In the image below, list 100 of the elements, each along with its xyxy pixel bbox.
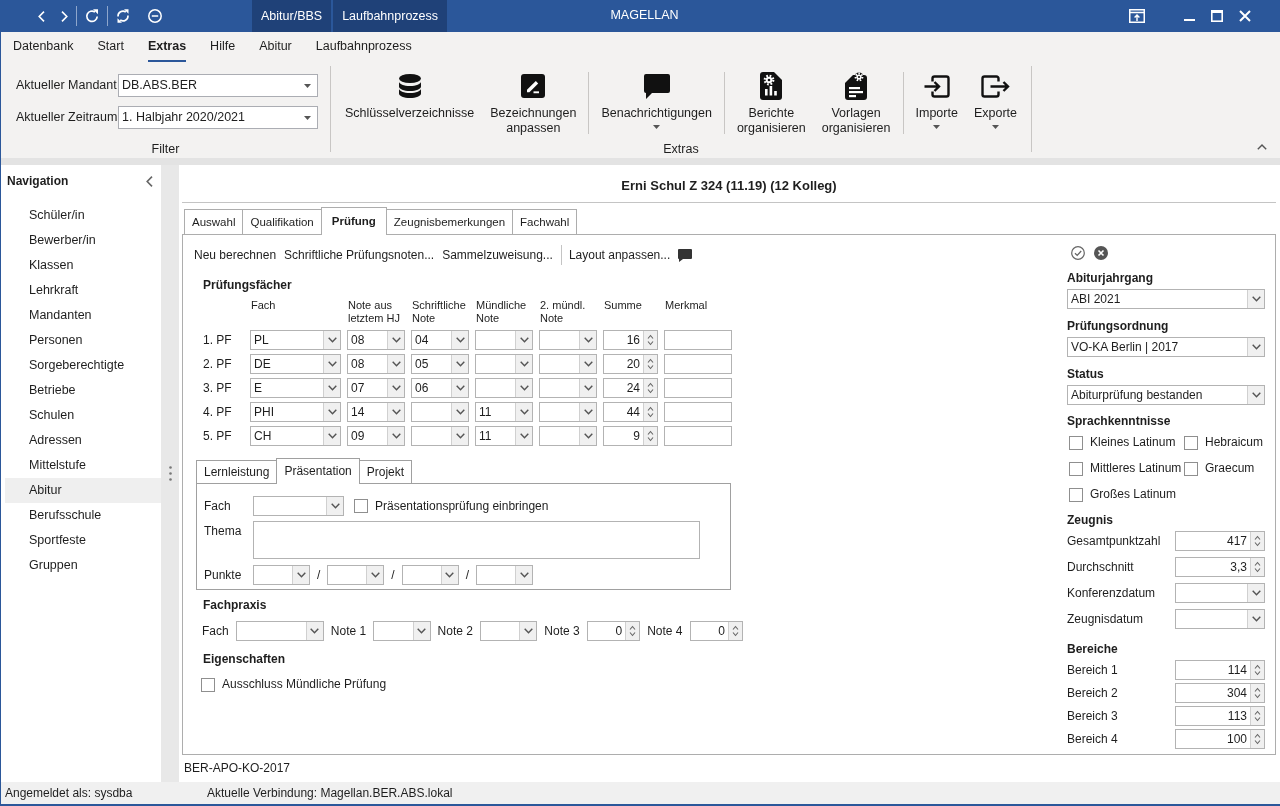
text-area[interactable]	[253, 521, 700, 559]
spin-arrows-icon[interactable]	[647, 334, 654, 346]
number-field[interactable]: 100	[1175, 729, 1265, 749]
ribbon-button[interactable]: Importe	[907, 72, 966, 129]
dropdown[interactable]: DE	[250, 354, 341, 374]
box-arrow-up-icon[interactable]	[1129, 9, 1145, 23]
dropdown[interactable]: 05	[411, 354, 469, 374]
number-field[interactable]: 113	[1175, 706, 1265, 726]
dropdown[interactable]	[411, 402, 469, 422]
spin-arrows-icon[interactable]	[1254, 535, 1261, 547]
dropdown[interactable]: 08	[347, 354, 405, 374]
nav-item[interactable]: Gruppen	[5, 553, 161, 578]
chevron-right-icon[interactable]	[61, 10, 68, 22]
tab[interactable]: Präsentation	[276, 458, 360, 484]
number-field[interactable]: 0	[586, 621, 641, 641]
speech-bubble-icon[interactable]	[678, 248, 693, 262]
checkbox[interactable]	[354, 499, 368, 513]
text-field[interactable]	[664, 402, 732, 422]
dropdown[interactable]	[235, 621, 324, 641]
number-field[interactable]: 3,3	[1175, 557, 1265, 577]
spin-arrows-icon[interactable]	[1254, 664, 1261, 676]
text-field[interactable]	[664, 330, 732, 350]
nav-item[interactable]: Sorgeberechtigte	[5, 353, 161, 378]
dropdown[interactable]	[327, 565, 385, 585]
dropdown[interactable]: DB.ABS.BER	[118, 74, 318, 97]
checkbox[interactable]	[1069, 461, 1083, 476]
checkbox[interactable]	[1069, 435, 1083, 450]
dropdown[interactable]: 14	[347, 402, 405, 422]
toolbar-button[interactable]: Layout anpassen...	[568, 247, 671, 263]
dropdown[interactable]	[539, 378, 597, 398]
nav-item[interactable]: Mandanten	[5, 303, 161, 328]
number-field[interactable]: 20	[603, 354, 658, 374]
dropdown[interactable]	[539, 426, 597, 446]
nav-item[interactable]: Betriebe	[5, 378, 161, 403]
refresh-icon[interactable]	[85, 9, 99, 23]
tab[interactable]: Lernleistung	[196, 460, 278, 483]
text-field[interactable]	[664, 378, 732, 398]
checkbox[interactable]	[1184, 435, 1198, 450]
nav-item[interactable]: Schulen	[5, 403, 161, 428]
x-circle-icon[interactable]	[1094, 246, 1108, 260]
number-field[interactable]: 16	[603, 330, 658, 350]
app-tab[interactable]: Laufbahnprozess	[333, 0, 448, 32]
dropdown[interactable]	[475, 330, 533, 350]
nav-item[interactable]: Personen	[5, 328, 161, 353]
ribbon-button[interactable]: Vorlagen organisieren	[813, 72, 899, 136]
text-field[interactable]	[664, 426, 732, 446]
ribbon-button[interactable]: Berichte organisieren	[728, 72, 814, 136]
sync-icon[interactable]	[116, 9, 130, 23]
spin-arrows-icon[interactable]	[647, 406, 654, 418]
chevron-left-icon[interactable]	[146, 175, 153, 187]
ribbon-tab[interactable]: Datenbank	[13, 32, 74, 62]
tab[interactable]: Fachwahl	[512, 209, 578, 234]
spin-arrows-icon[interactable]	[647, 382, 654, 394]
dropdown[interactable]	[1175, 609, 1265, 629]
text-field[interactable]	[664, 354, 732, 374]
toolbar-button[interactable]: Schriftliche Prüfungsnoten...	[284, 247, 435, 263]
dropdown[interactable]	[1175, 583, 1265, 603]
checkbox[interactable]	[1184, 461, 1198, 476]
nav-item[interactable]: Klassen	[5, 253, 161, 278]
dropdown[interactable]: ABI 2021	[1067, 289, 1265, 309]
dropdown[interactable]: CH	[250, 426, 341, 446]
dropdown[interactable]: 09	[347, 426, 405, 446]
number-field[interactable]: 114	[1175, 660, 1265, 680]
spin-arrows-icon[interactable]	[629, 625, 637, 637]
nav-item[interactable]: Abitur	[5, 478, 161, 503]
chevron-up-icon[interactable]	[1257, 144, 1267, 150]
dropdown[interactable]: Abiturprüfung bestanden	[1067, 385, 1265, 405]
number-field[interactable]: 0	[689, 621, 743, 641]
spin-arrows-icon[interactable]	[1254, 561, 1261, 573]
number-field[interactable]: 44	[603, 402, 658, 422]
ribbon-tab[interactable]: Laufbahnprozess	[315, 32, 412, 62]
dropdown[interactable]	[401, 565, 459, 585]
spin-arrows-icon[interactable]	[647, 358, 654, 370]
check-circle-icon[interactable]	[1071, 246, 1085, 260]
dropdown[interactable]	[373, 621, 431, 641]
dropdown[interactable]: 1. Halbjahr 2020/2021	[118, 106, 318, 129]
number-field[interactable]: 304	[1175, 683, 1265, 703]
dropdown[interactable]: PL	[250, 330, 341, 350]
spin-arrows-icon[interactable]	[1254, 733, 1261, 745]
tab[interactable]: Projekt	[358, 460, 413, 483]
tab[interactable]: Prüfung	[320, 207, 387, 235]
spin-arrows-icon[interactable]	[1254, 687, 1261, 699]
app-tab[interactable]: Abitur/BBS	[252, 0, 332, 32]
dropdown[interactable]	[479, 621, 538, 641]
dropdown[interactable]	[539, 354, 597, 374]
grip-icon[interactable]	[168, 466, 172, 481]
spin-arrows-icon[interactable]	[1254, 710, 1261, 722]
nav-item[interactable]: Mittelstufe	[5, 453, 161, 478]
ribbon-button[interactable]: Schlüsselverzeichnisse	[337, 72, 483, 121]
dropdown[interactable]: E	[250, 378, 341, 398]
ribbon-tab[interactable]: Hilfe	[210, 32, 236, 62]
dropdown[interactable]: 08	[347, 330, 405, 350]
dropdown[interactable]	[475, 378, 533, 398]
dropdown[interactable]: VO-KA Berlin | 2017	[1067, 337, 1265, 357]
dropdown[interactable]: 04	[411, 330, 469, 350]
dropdown[interactable]: 11	[475, 426, 533, 446]
dropdown[interactable]	[539, 330, 597, 350]
dropdown[interactable]	[253, 565, 310, 585]
spin-arrows-icon[interactable]	[732, 625, 739, 637]
ribbon-button[interactable]: Exporte	[965, 72, 1025, 129]
